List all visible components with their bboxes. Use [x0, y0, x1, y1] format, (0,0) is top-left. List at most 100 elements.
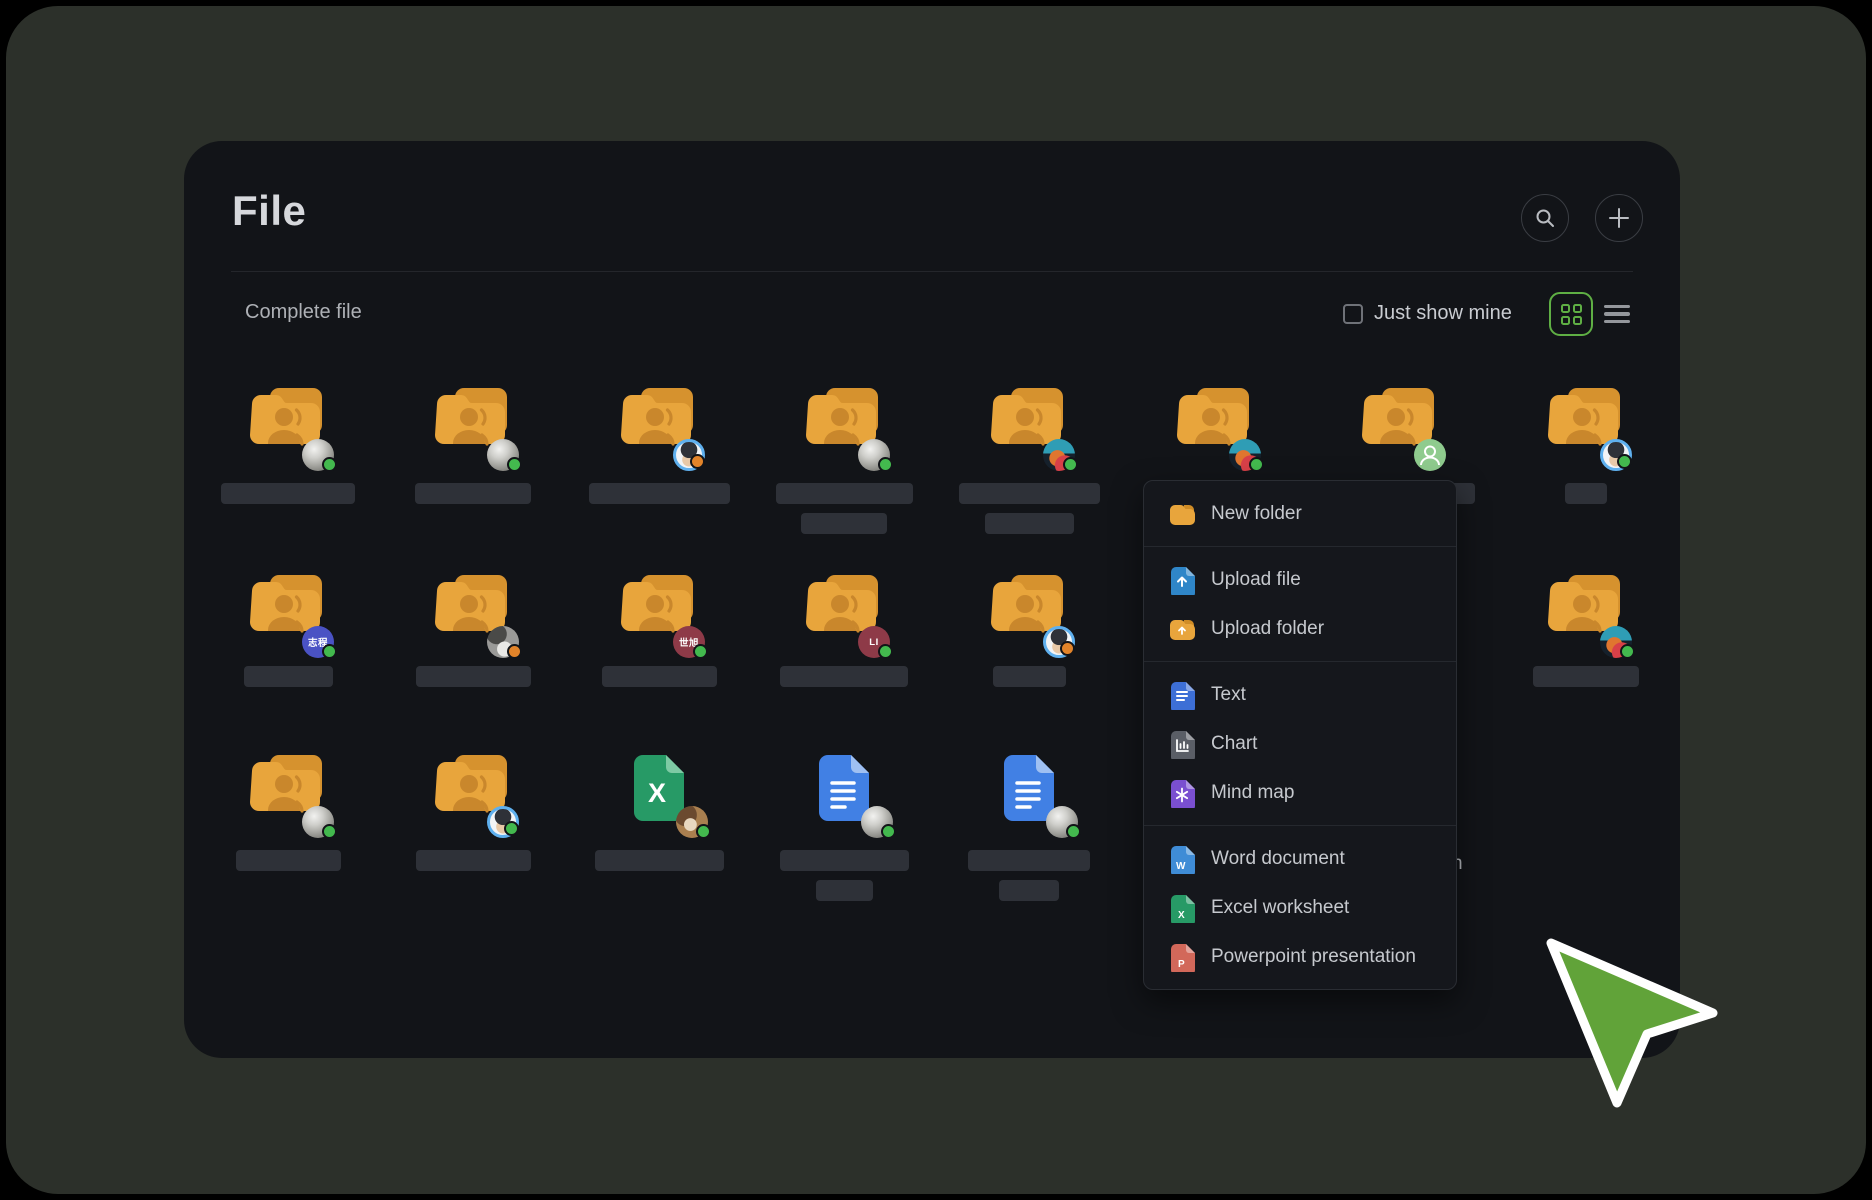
just-show-mine-label[interactable]: Just show mine [1374, 302, 1512, 325]
upload-file-icon [1169, 565, 1195, 595]
file-name-placeholder [999, 880, 1059, 901]
menu-item-label: Chart [1211, 733, 1257, 755]
menu-item-ppt[interactable]: PPowerpoint presentation [1144, 932, 1456, 981]
status-dot-green [696, 824, 711, 839]
file-manager-window: File Complete file Just show mine [184, 141, 1680, 1058]
search-icon [1534, 207, 1556, 229]
member-avatar-moon [487, 439, 519, 471]
member-avatar-text: 志程 [302, 626, 334, 658]
status-dot-orange [690, 454, 705, 469]
list-view-icon [1604, 305, 1630, 309]
menu-item-text[interactable]: Text [1144, 670, 1456, 719]
menu-item-upload-file[interactable]: Upload file [1144, 555, 1456, 604]
menu-item-new-folder[interactable]: New folder [1144, 489, 1456, 538]
member-avatar-text: 世旭 [673, 626, 705, 658]
svg-text:X: X [648, 778, 666, 808]
svg-text:X: X [1178, 910, 1185, 921]
status-dot-green [322, 824, 337, 839]
file-name-placeholder [595, 850, 724, 871]
member-avatar-boy-blue [1043, 626, 1075, 658]
file-name-placeholder [589, 483, 730, 504]
menu-item-label: Upload file [1211, 569, 1301, 591]
menu-item-label: Text [1211, 684, 1246, 706]
member-avatar-brown [676, 806, 708, 838]
file-name-placeholder [415, 483, 531, 504]
member-avatar-moon [302, 806, 334, 838]
status-dot-orange [1060, 641, 1075, 656]
text-icon [1169, 680, 1195, 710]
file-name-placeholder [993, 666, 1066, 687]
menu-item-label: Excel worksheet [1211, 897, 1349, 919]
status-dot-green [322, 457, 337, 472]
file-name-placeholder [816, 880, 873, 901]
file-name-placeholder [221, 483, 355, 504]
plus-icon [1608, 207, 1630, 229]
member-avatar-moon [302, 439, 334, 471]
menu-item-word[interactable]: WWord document [1144, 834, 1456, 883]
status-dot-green [504, 821, 519, 836]
menu-item-excel[interactable]: X Excel worksheet [1144, 883, 1456, 932]
member-avatar-moon [858, 439, 890, 471]
upload-folder-icon [1169, 618, 1195, 640]
status-dot-green [693, 644, 708, 659]
file-name-placeholder [985, 513, 1074, 534]
file-name-placeholder [968, 850, 1090, 871]
member-avatar-boy-blue [1600, 439, 1632, 471]
menu-item-mindmap[interactable]: Mind map [1144, 768, 1456, 817]
status-dot-green [878, 457, 893, 472]
menu-group: WWord document X Excel worksheet PPowerpo… [1144, 826, 1456, 989]
member-avatar-anime [1600, 626, 1632, 658]
menu-group: Upload file Upload folder [1144, 547, 1456, 661]
word-icon: W [1169, 844, 1195, 874]
file-name-placeholder [801, 513, 887, 534]
menu-item-chart[interactable]: Chart [1144, 719, 1456, 768]
file-name-placeholder [416, 666, 531, 687]
status-dot-green [1063, 457, 1078, 472]
menu-item-label: Upload folder [1211, 618, 1324, 640]
status-dot-green [322, 644, 337, 659]
member-avatar-boy-blue [673, 439, 705, 471]
ppt-icon: P [1169, 942, 1195, 972]
menu-item-upload-folder[interactable]: Upload folder [1144, 604, 1456, 653]
menu-group: New folder [1144, 481, 1456, 546]
status-dot-green [1066, 824, 1081, 839]
member-avatar-cat [487, 626, 519, 658]
status-dot-green [881, 824, 896, 839]
file-name-placeholder [959, 483, 1100, 504]
menu-group: Text Chart Mind map [1144, 662, 1456, 825]
new-folder-icon [1169, 503, 1195, 525]
member-avatar-moon [861, 806, 893, 838]
file-name-placeholder [780, 666, 908, 687]
member-avatar-boy-blue [487, 806, 519, 838]
file-name-placeholder [244, 666, 333, 687]
section-label: Complete file [245, 301, 362, 324]
member-avatar-anime [1229, 439, 1261, 471]
status-dot-green [878, 644, 893, 659]
just-show-mine-checkbox[interactable] [1343, 304, 1363, 324]
new-item-context-menu: New folder Upload file Upload folder Tex… [1143, 480, 1457, 990]
status-dot-green [507, 457, 522, 472]
grid-view-button[interactable] [1549, 292, 1593, 336]
status-dot-orange [507, 644, 522, 659]
file-name-placeholder [1565, 483, 1607, 504]
status-dot-green [1617, 454, 1632, 469]
add-button[interactable] [1595, 194, 1643, 242]
grid-view-icon [1561, 304, 1582, 325]
page-title: File [232, 187, 306, 235]
member-avatar-moon [1046, 806, 1078, 838]
person-outline-icon [1414, 439, 1446, 471]
member-avatar-anime [1043, 439, 1075, 471]
menu-item-label: New folder [1211, 503, 1302, 525]
mindmap-icon [1169, 778, 1195, 808]
cursor-pointer [1541, 931, 1733, 1123]
file-name-placeholder [416, 850, 531, 871]
list-view-button[interactable] [1604, 301, 1630, 327]
file-name-placeholder [1533, 666, 1639, 687]
file-name-placeholder [602, 666, 717, 687]
file-name-placeholder [780, 850, 909, 871]
header-divider [231, 271, 1633, 272]
search-button[interactable] [1521, 194, 1569, 242]
excel-icon: X [1169, 893, 1195, 923]
file-name-placeholder [776, 483, 913, 504]
file-name-placeholder [236, 850, 341, 871]
